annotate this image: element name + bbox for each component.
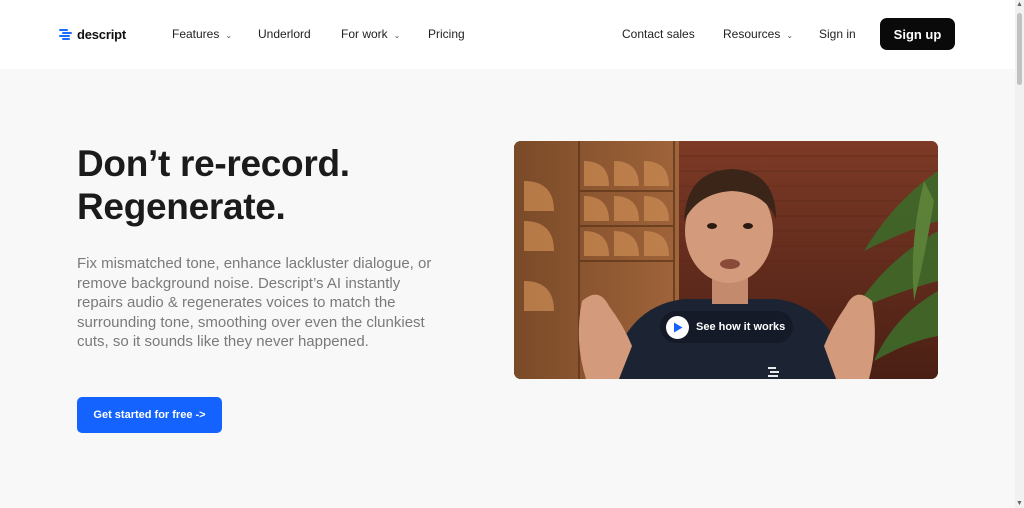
sign-up-button[interactable]: Sign up (880, 18, 955, 50)
play-icon (666, 315, 689, 339)
chevron-down-icon: ⌄ (225, 30, 233, 40)
headline-line-1: Don’t re-record. (77, 143, 350, 184)
page-scrollbar[interactable]: ▲ ▼ (1015, 0, 1024, 508)
nav-for-work[interactable]: For work ⌄ (341, 27, 400, 41)
nav-underlord[interactable]: Underlord (258, 27, 311, 41)
hero-headline: Don’t re-record. Regenerate. (77, 142, 350, 228)
chevron-down-icon: ⌄ (786, 30, 794, 40)
hero-video[interactable]: See how it works (514, 141, 938, 379)
chevron-down-icon: ⌄ (393, 30, 401, 40)
nav-contact-sales[interactable]: Contact sales (622, 27, 695, 41)
nav-features-label: Features (172, 27, 220, 41)
logo-wordmark: descript (77, 27, 126, 42)
site-header: descript Features ⌄ Underlord For work ⌄… (0, 0, 1015, 69)
headline-line-2: Regenerate. (77, 186, 286, 227)
see-how-it-works-button[interactable]: See how it works (660, 311, 793, 343)
nav-underlord-label: Underlord (258, 27, 311, 41)
nav-sign-in-label: Sign in (819, 27, 856, 41)
nav-contact-sales-label: Contact sales (622, 27, 695, 41)
descript-logo[interactable]: descript (59, 27, 126, 42)
scroll-down-icon[interactable]: ▼ (1016, 500, 1023, 507)
nav-sign-in[interactable]: Sign in (819, 27, 856, 41)
get-started-button[interactable]: Get started for free -> (77, 397, 222, 433)
play-label: See how it works (696, 321, 786, 333)
nav-pricing[interactable]: Pricing (428, 27, 465, 41)
nav-resources-label: Resources (723, 27, 781, 41)
nav-features[interactable]: Features ⌄ (172, 27, 232, 41)
nav-for-work-label: For work (341, 27, 388, 41)
scrollbar-thumb[interactable] (1017, 13, 1022, 85)
nav-pricing-label: Pricing (428, 27, 465, 41)
video-thumbnail (514, 141, 938, 379)
hero-description: Fix mismatched tone, enhance lackluster … (77, 255, 432, 351)
descript-logo-icon (59, 28, 72, 42)
scroll-up-icon[interactable]: ▲ (1016, 1, 1023, 8)
nav-resources[interactable]: Resources ⌄ (723, 27, 793, 41)
